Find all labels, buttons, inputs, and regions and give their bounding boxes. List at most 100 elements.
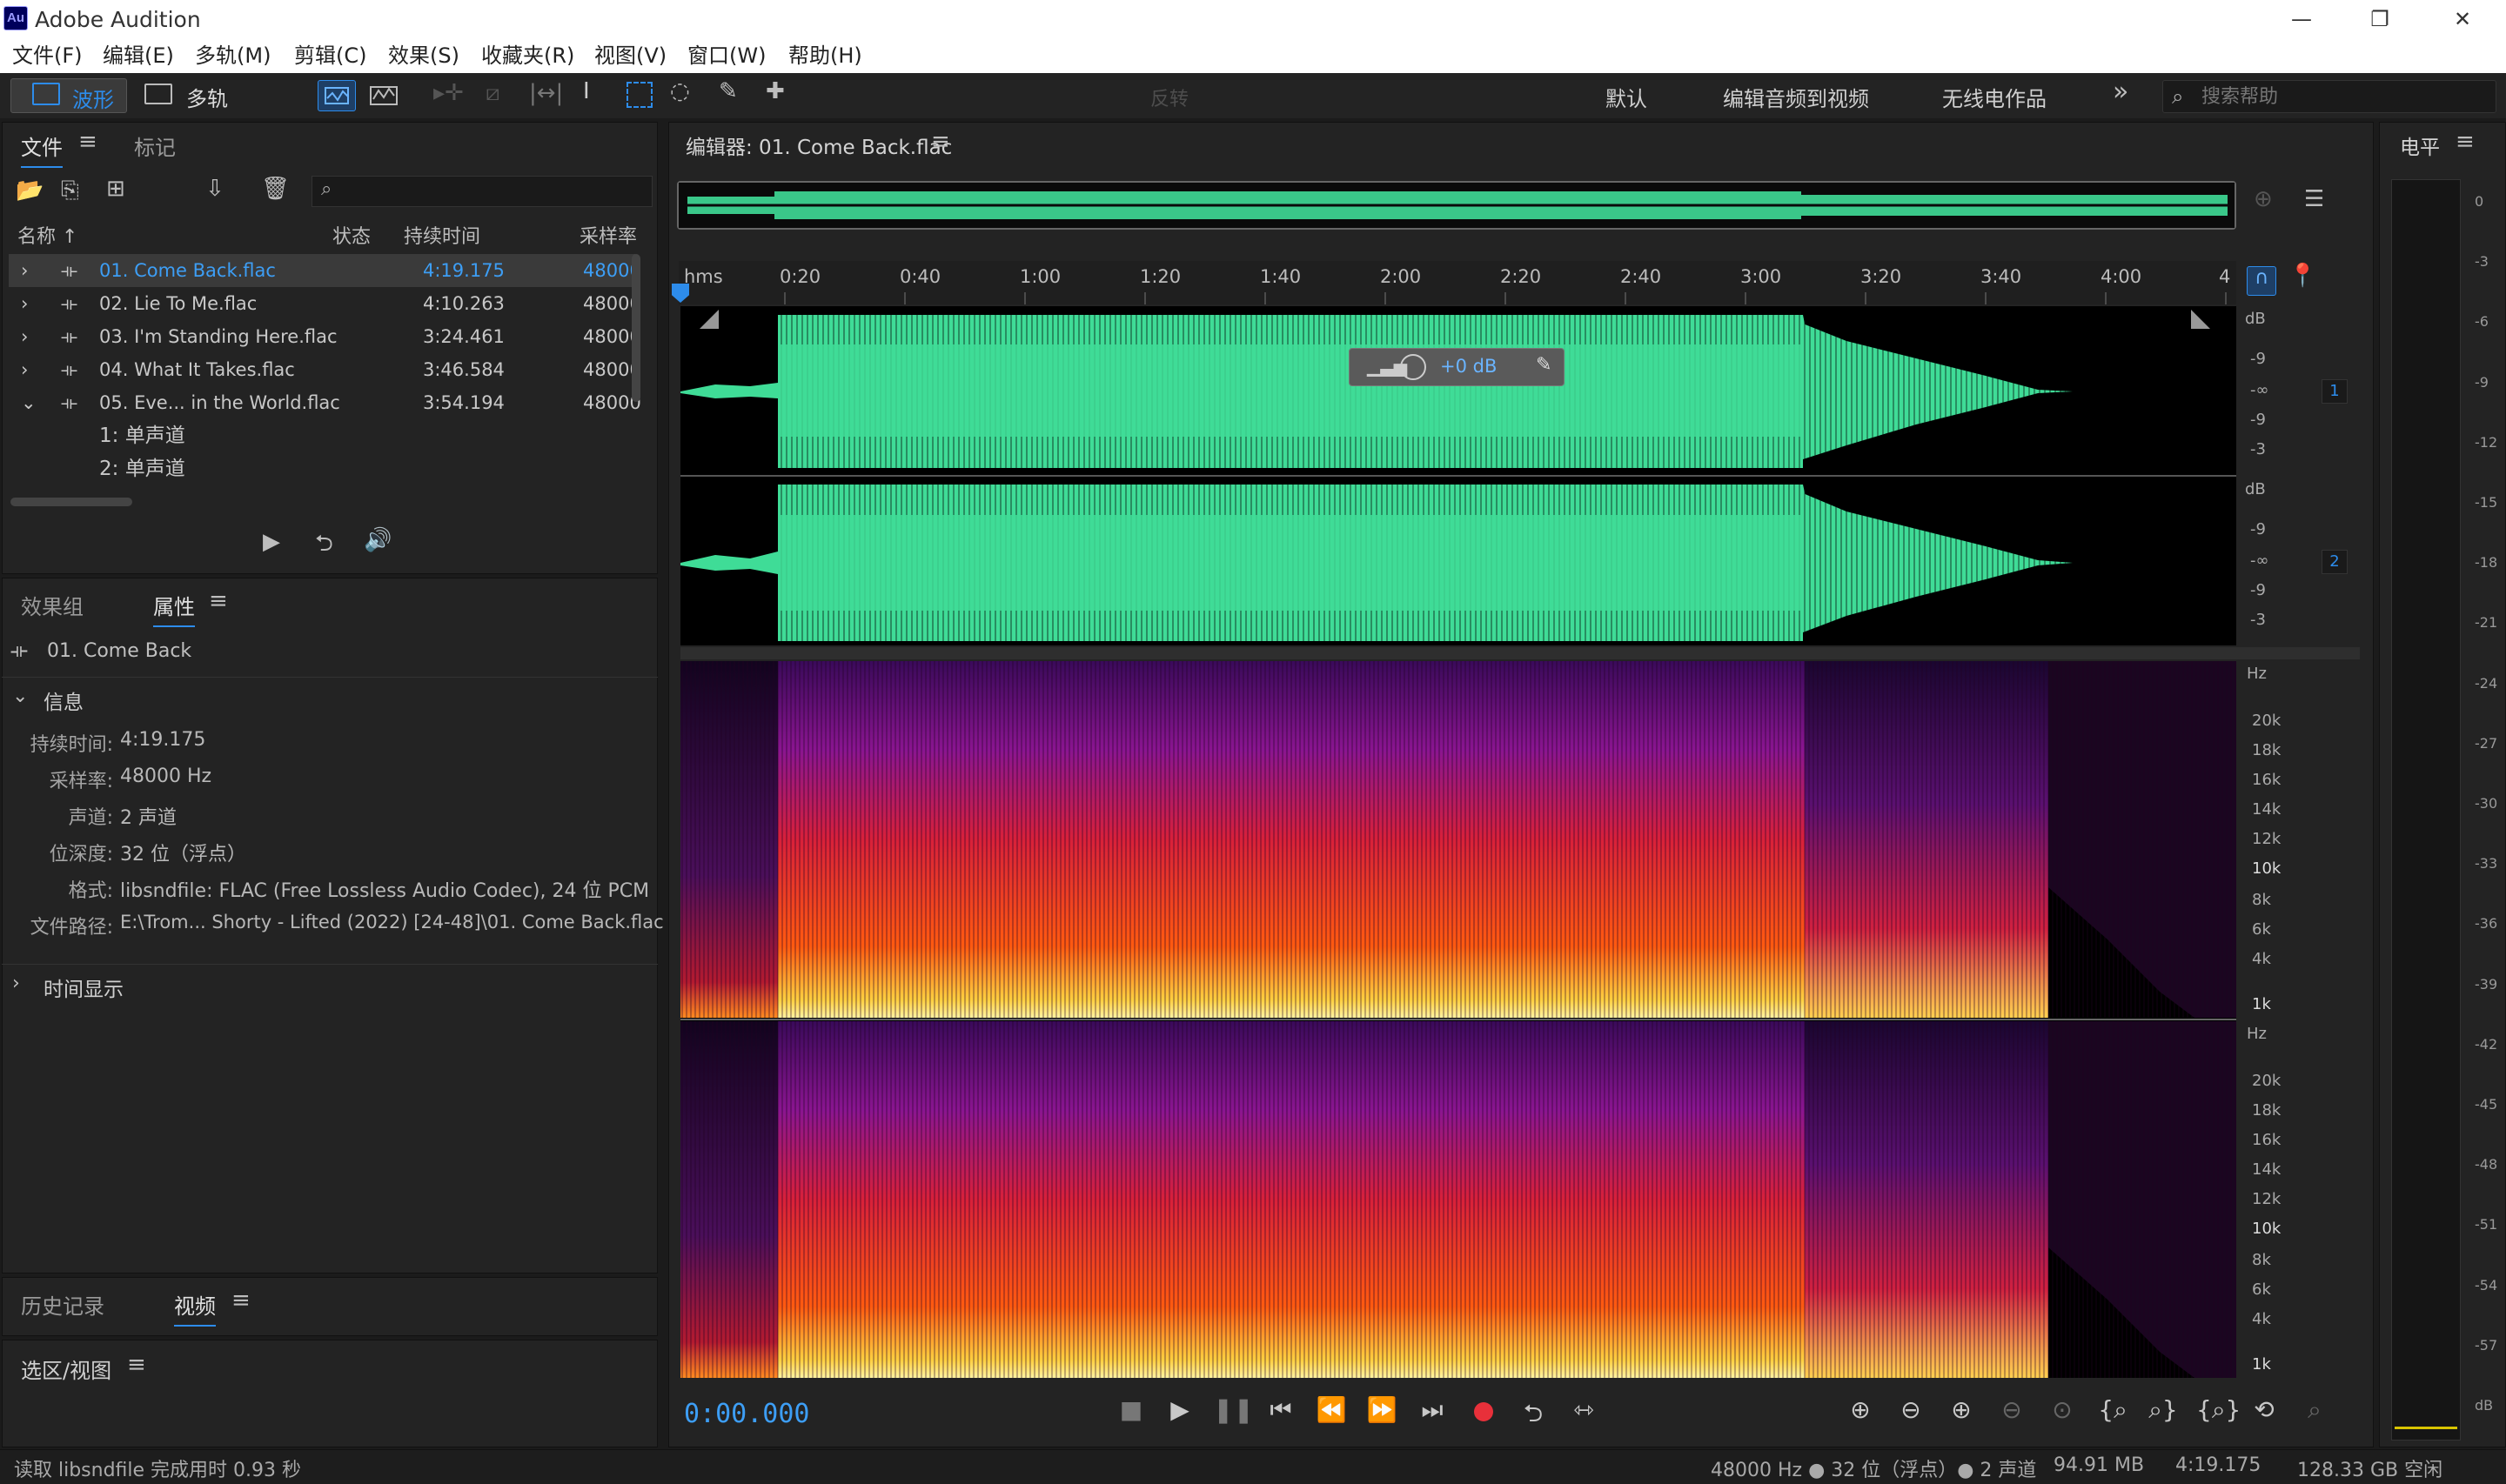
spectral-waveform-toggle[interactable] xyxy=(318,80,356,111)
razor-tool-icon[interactable]: ⧄ xyxy=(486,80,500,107)
zoom-out-amplitude-icon[interactable]: ⊖ xyxy=(1893,1395,1928,1424)
file-row[interactable]: › ⟛ 02. Lie To Me.flac 4:10.263 48000 xyxy=(9,287,641,320)
restore-button[interactable]: ❐ xyxy=(2341,2,2419,37)
marquee-tool-icon[interactable] xyxy=(626,82,653,108)
brush-tool-icon[interactable]: ✎ xyxy=(719,78,738,104)
zoom-reset-icon[interactable]: ⟲ xyxy=(2247,1395,2282,1424)
zoom-out-full-icon[interactable]: {⌕} xyxy=(2196,1395,2241,1425)
column-status[interactable]: 状态 xyxy=(332,221,371,249)
menu-file[interactable]: 文件(F) xyxy=(12,40,83,71)
skip-selection-icon[interactable]: ⇿ xyxy=(1566,1395,1601,1424)
file-row[interactable]: ⌄ ⟛ 05. Eve... in the World.flac 3:54.194… xyxy=(9,386,641,419)
channel-item[interactable]: 1: 单声道 xyxy=(99,419,185,452)
channel-badge[interactable]: 1 xyxy=(2322,379,2348,404)
hud-gain-value[interactable]: +0 dB xyxy=(1440,356,1497,377)
spectral-display-icon[interactable] xyxy=(365,80,404,111)
close-button[interactable]: ✕ xyxy=(2423,2,2502,37)
zoom-out-time-icon[interactable]: ⊖ xyxy=(1994,1395,2029,1424)
overview-navigator[interactable] xyxy=(677,181,2236,230)
panel-menu-icon[interactable]: ≡ xyxy=(2456,129,2475,155)
zoom-in-point-icon[interactable]: {⌕ xyxy=(2095,1395,2130,1425)
workspace-radio-production[interactable]: 无线电作品 xyxy=(1942,82,2047,112)
fast-forward-icon[interactable]: ⏩ xyxy=(1364,1395,1399,1424)
delete-icon[interactable]: 🗑 xyxy=(261,176,290,202)
tab-video[interactable]: 视频 xyxy=(174,1289,216,1327)
loop-preview-icon[interactable]: ⮌ xyxy=(315,527,333,565)
loop-playback-icon[interactable]: ⮌ xyxy=(1516,1395,1551,1437)
go-to-start-icon[interactable]: ⏮ xyxy=(1263,1395,1298,1425)
column-sample-rate[interactable]: 采样率 xyxy=(580,221,637,249)
menu-window[interactable]: 窗口(W) xyxy=(687,40,766,71)
spectral-display[interactable] xyxy=(680,661,2236,1378)
time-selection-tool-icon[interactable]: I xyxy=(583,78,590,104)
zoom-selection-icon[interactable]: ⊕ xyxy=(2254,186,2273,212)
view-splitter[interactable] xyxy=(680,647,2360,659)
stop-icon[interactable]: ■ xyxy=(1114,1395,1149,1424)
minimize-button[interactable]: — xyxy=(2262,2,2341,37)
zoom-fit-icon[interactable]: ⌕ xyxy=(2297,1395,2332,1425)
gain-knob-icon[interactable] xyxy=(1400,354,1426,380)
track-layout-icon[interactable]: ☰ xyxy=(2304,186,2324,212)
panel-menu-icon[interactable]: ≡ xyxy=(78,129,97,155)
zoom-in-amplitude-icon[interactable]: ⊕ xyxy=(1843,1395,1878,1424)
marker-pin-icon[interactable]: 📍 xyxy=(2288,263,2316,289)
tab-history[interactable]: 历史记录 xyxy=(21,1289,104,1320)
more-workspaces-icon[interactable]: » xyxy=(2113,77,2128,107)
panel-menu-icon[interactable]: ≡ xyxy=(209,588,228,614)
pause-icon[interactable]: ❚❚ xyxy=(1213,1395,1254,1424)
menu-favorites[interactable]: 收藏夹(R) xyxy=(481,40,574,71)
file-row[interactable]: › ⟛ 03. I'm Standing Here.flac 3:24.461 4… xyxy=(9,320,641,353)
menu-help[interactable]: 帮助(H) xyxy=(788,40,862,71)
file-row[interactable]: › ⟛ 04. What It Takes.flac 3:46.584 48000 xyxy=(9,353,641,386)
zoom-selection-icon[interactable]: ⊙ xyxy=(2045,1395,2080,1424)
auto-play-icon[interactable]: 🔊 xyxy=(364,527,392,553)
help-search-box[interactable]: ⌕ xyxy=(2162,80,2496,113)
files-search-input[interactable]: ⌕ xyxy=(312,176,653,207)
column-duration[interactable]: 持续时间 xyxy=(404,221,480,249)
spot-healing-tool-icon[interactable]: ✚ xyxy=(766,78,785,104)
pin-icon[interactable]: ✎ xyxy=(1536,354,1551,376)
play-icon[interactable]: ▶ xyxy=(1163,1395,1197,1424)
move-tool-icon[interactable]: ▸✛ xyxy=(433,80,464,106)
waveform-view-button[interactable]: 波形 xyxy=(10,78,127,113)
file-row[interactable]: › ⟛ 01. Come Back.flac 4:19.175 48000 xyxy=(9,254,641,287)
tab-effects-rack[interactable]: 效果组 xyxy=(21,590,84,620)
workspace-default[interactable]: 默认 xyxy=(1605,82,1647,112)
panel-menu-icon[interactable]: ≡ xyxy=(931,129,950,155)
help-search-input[interactable] xyxy=(2201,84,2480,109)
open-file-icon[interactable]: 📂 xyxy=(16,177,44,204)
panel-menu-icon[interactable]: ≡ xyxy=(127,1352,146,1378)
channel-badge[interactable]: 2 xyxy=(2322,550,2348,574)
horizontal-scrollbar[interactable] xyxy=(10,498,132,506)
menu-edit[interactable]: 编辑(E) xyxy=(103,40,174,71)
tab-markers[interactable]: 标记 xyxy=(134,130,176,161)
workspace-edit-audio-to-video[interactable]: 编辑音频到视频 xyxy=(1723,82,1869,112)
tab-properties[interactable]: 属性 xyxy=(153,590,195,627)
time-display-toggle[interactable]: › xyxy=(12,973,20,994)
menu-view[interactable]: 视图(V) xyxy=(594,40,667,71)
lasso-tool-icon[interactable]: ◌ xyxy=(670,78,690,104)
insert-multitrack-icon[interactable]: ⇩ xyxy=(205,176,224,202)
info-section-toggle[interactable]: ⌄ xyxy=(12,685,28,707)
invert-button[interactable]: 反转 xyxy=(1150,84,1189,111)
column-name[interactable]: 名称 ↑ xyxy=(17,221,77,249)
go-to-end-icon[interactable]: ⏭ xyxy=(1415,1395,1450,1425)
play-preview-icon[interactable]: ▶ xyxy=(263,529,280,555)
zoom-out-point-icon[interactable]: ⌕} xyxy=(2146,1395,2181,1425)
channel-item[interactable]: 2: 单声道 xyxy=(99,452,185,485)
import-file-icon[interactable]: ⎘ xyxy=(61,177,79,204)
record-icon[interactable] xyxy=(1474,1402,1493,1421)
tab-files[interactable]: 文件 xyxy=(21,130,63,168)
snap-icon[interactable]: ∩ xyxy=(2247,266,2276,296)
vertical-scrollbar[interactable] xyxy=(632,254,640,402)
zoom-in-time-icon[interactable]: ⊕ xyxy=(1944,1395,1979,1424)
multitrack-view-button[interactable]: 多轨 xyxy=(132,78,245,113)
menu-effects[interactable]: 效果(S) xyxy=(388,40,459,71)
panel-menu-icon[interactable]: ≡ xyxy=(231,1287,251,1314)
menu-clip[interactable]: 剪辑(C) xyxy=(294,40,366,71)
slip-tool-icon[interactable]: |↔| xyxy=(529,80,563,106)
hud-gain[interactable]: ▁▃▅ +0 dB ✎ xyxy=(1349,348,1565,386)
new-file-icon[interactable]: ⊞ xyxy=(106,176,125,202)
tab-selection-view[interactable]: 选区/视图 xyxy=(21,1354,111,1384)
rewind-icon[interactable]: ⏪ xyxy=(1314,1395,1349,1424)
